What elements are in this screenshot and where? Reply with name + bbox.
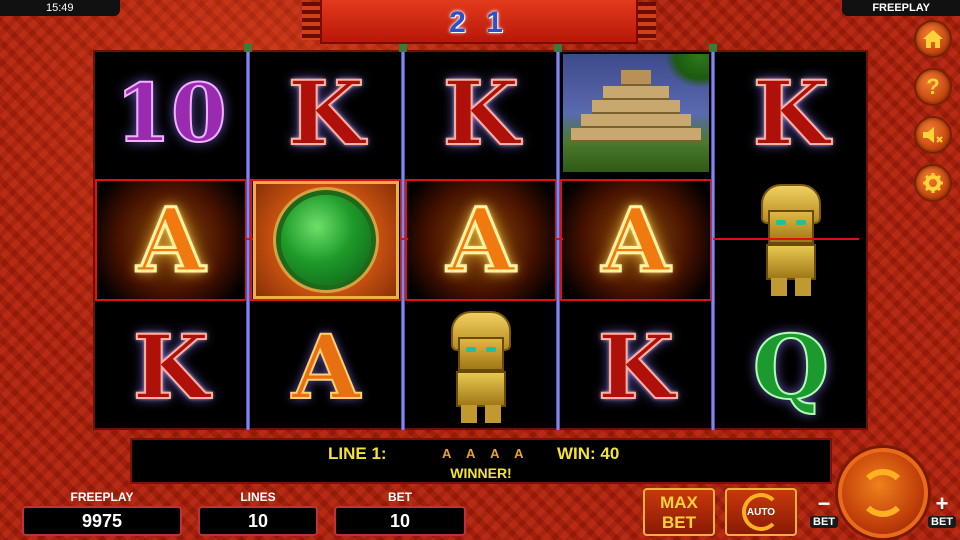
symbol-a: A — [291, 315, 361, 419]
bet-increase-button[interactable]: + BET — [928, 492, 956, 536]
symbol-k: K — [752, 61, 830, 165]
reel-separator — [554, 44, 562, 430]
symbol-a: A — [135, 188, 206, 292]
symbol-k: K — [132, 315, 210, 419]
reel-separator — [709, 44, 717, 430]
payline-segment — [713, 238, 859, 240]
reel-separator — [244, 44, 252, 430]
home-button[interactable] — [914, 20, 952, 58]
payline-segment — [245, 238, 253, 240]
symbol-cell-winning: A — [95, 179, 247, 301]
win-amount: WIN: 40 — [557, 444, 620, 463]
bet-label: BET — [388, 490, 412, 504]
symbol-k: K — [597, 315, 675, 419]
reel-3: K A — [405, 52, 557, 428]
symbol-cell: K — [95, 306, 247, 428]
max-bet-button[interactable]: MAX BET — [643, 488, 715, 536]
counter-ornament-right — [638, 2, 656, 40]
freeplay-balance: 9975 — [22, 506, 182, 536]
reels-area: 10 A K K A K A A K K Q — [93, 44, 868, 430]
home-icon — [923, 30, 943, 48]
symbol-q: Q — [752, 315, 831, 419]
symbol-cell — [560, 52, 712, 174]
bet-increase-label: BET — [928, 516, 956, 528]
help-button[interactable]: ? — [914, 68, 952, 106]
autoplay-label: AUTO — [746, 506, 776, 518]
reel-2: K A — [250, 52, 402, 428]
symbol-cell: K — [715, 52, 867, 174]
spin-button[interactable] — [838, 448, 928, 538]
symbol-10: 10 — [114, 66, 227, 160]
bet-value: 10 — [334, 506, 466, 536]
symbol-cell — [715, 179, 867, 301]
autoplay-button[interactable]: AUTO — [725, 488, 797, 536]
clock: 15:49 — [0, 0, 120, 16]
payline-segment — [400, 238, 408, 240]
win-line-label: LINE 1: — [328, 444, 387, 463]
reel-separator — [399, 44, 407, 430]
bet-decrease-button[interactable]: − BET — [810, 492, 838, 536]
symbol-cell: 10 — [95, 52, 247, 174]
spin-arrows-icon — [859, 469, 907, 517]
symbol-cell: A — [250, 306, 402, 428]
help-icon: ? — [926, 74, 940, 99]
sound-button[interactable] — [914, 116, 952, 154]
mode-label: FREEPLAY — [842, 0, 960, 16]
gear-icon — [923, 173, 943, 193]
free-spins-counter: 2 1 — [302, 0, 656, 44]
win-message-bar: LINE 1: A A A A WIN: 40 WINNER! — [130, 438, 832, 484]
symbol-cell: Q — [715, 306, 867, 428]
minus-icon: − — [817, 491, 831, 516]
payline-segment — [555, 238, 563, 240]
jade-medallion-symbol — [253, 181, 399, 299]
symbol-cell: K — [250, 52, 402, 174]
jade-disc — [281, 195, 371, 285]
lines-value: 10 — [198, 506, 318, 536]
bet-decrease-label: BET — [810, 516, 838, 528]
lines-label: LINES — [240, 490, 276, 504]
reel-1: 10 A K — [95, 52, 247, 428]
symbol-a: A — [600, 188, 671, 292]
symbol-cell-winning — [250, 179, 402, 301]
autoplay-icon: AUTO — [742, 493, 780, 531]
symbol-cell: K — [405, 52, 557, 174]
sound-muted-icon — [923, 127, 943, 143]
symbol-cell: K — [560, 306, 712, 428]
winner-text: WINNER! — [450, 465, 512, 481]
reel-4: A K — [560, 52, 712, 428]
reel-5: K Q — [715, 52, 867, 428]
counter-ornament-left — [302, 2, 320, 40]
max-bet-line1: MAX — [660, 493, 698, 512]
win-line-symbols: A A A A — [442, 446, 530, 461]
max-bet-line2: BET — [662, 513, 696, 532]
counter-value: 2 1 — [449, 6, 509, 39]
symbol-cell-winning: A — [560, 179, 712, 301]
symbol-cell — [405, 306, 557, 428]
symbol-cell-winning: A — [405, 179, 557, 301]
symbol-k: K — [287, 61, 365, 165]
settings-button[interactable] — [914, 164, 952, 202]
golden-idol-symbol — [436, 311, 526, 423]
symbol-k: K — [442, 61, 520, 165]
symbol-a: A — [445, 188, 516, 292]
pyramid-symbol — [563, 54, 709, 172]
golden-idol-symbol — [746, 184, 836, 296]
plus-icon: + — [935, 491, 949, 516]
freeplay-label: FREEPLAY — [70, 490, 134, 504]
